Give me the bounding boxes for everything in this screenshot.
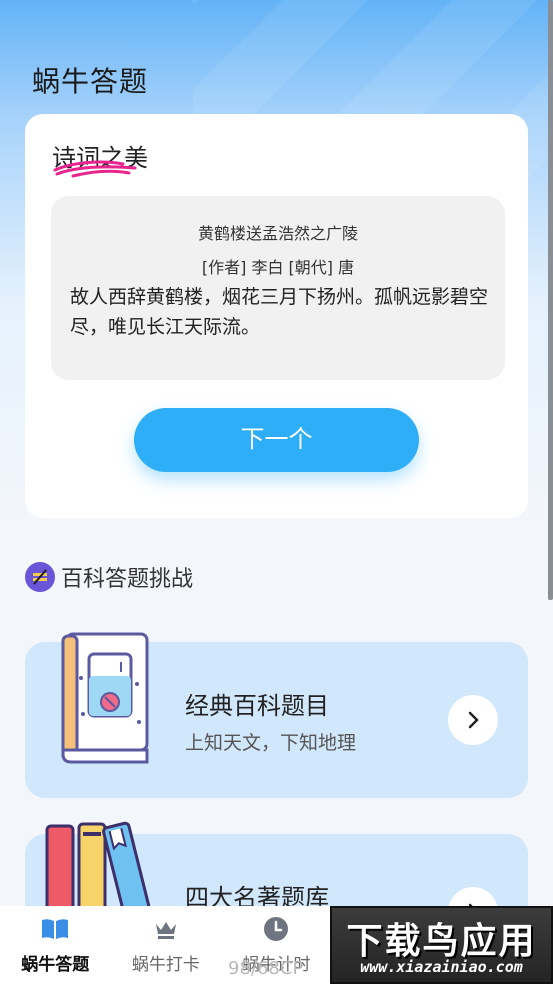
watermark-logo: 下载鸟应用 www.xiazainiao.com (330, 906, 553, 984)
card-title: 经典百科题目 (185, 692, 329, 720)
watermark-url: www.xiazainiao.com (360, 958, 523, 976)
clock-icon (261, 916, 291, 942)
watermark-title: 下载鸟应用 (346, 920, 537, 962)
quiz-card-classic[interactable]: 经典百科题目 上知天文，下知地理 (25, 632, 528, 798)
app-title: 蜗牛答题 (32, 65, 149, 98)
chevron-right-icon[interactable] (448, 695, 498, 745)
tab-label: 蜗牛打卡 (131, 955, 200, 975)
watermark-number: 98/68CP (228, 958, 304, 979)
poem-card: 诗词之美 黄鹤楼送孟浩然之广陵 [作者] 李白 [朝代] 唐 故人西辞黄鹤楼，烟… (25, 114, 528, 518)
tab-quiz[interactable]: 蜗牛答题 (0, 906, 111, 984)
book-icon (61, 632, 149, 764)
challenge-section-header: 百科答题挑战 (25, 562, 193, 592)
crown-icon (151, 916, 181, 942)
challenge-section-title: 百科答题挑战 (61, 567, 194, 592)
poem-title: 黄鹤楼送孟浩然之广陵 (197, 224, 358, 243)
scrollbar[interactable] (548, 0, 553, 600)
quiz-badge-icon (25, 562, 55, 592)
underline-decoration (53, 160, 137, 178)
next-button[interactable]: 下一个 (134, 408, 419, 472)
poem-meta: [作者] 李白 [朝代] 唐 (201, 258, 355, 277)
card-subtitle: 上知天文，下知地理 (185, 732, 357, 754)
tab-checkin[interactable]: 蜗牛打卡 (111, 906, 222, 984)
poem-box: 黄鹤楼送孟浩然之广陵 [作者] 李白 [朝代] 唐 故人西辞黄鹤楼，烟花三月下扬… (51, 196, 505, 380)
tab-label: 蜗牛答题 (21, 955, 90, 975)
books-icon (45, 821, 151, 914)
open-book-icon (40, 916, 70, 942)
poem-text: 故人西辞黄鹤楼，烟花三月下扬州。孤帆远影碧空尽，唯见长江天际流。 (70, 286, 489, 338)
